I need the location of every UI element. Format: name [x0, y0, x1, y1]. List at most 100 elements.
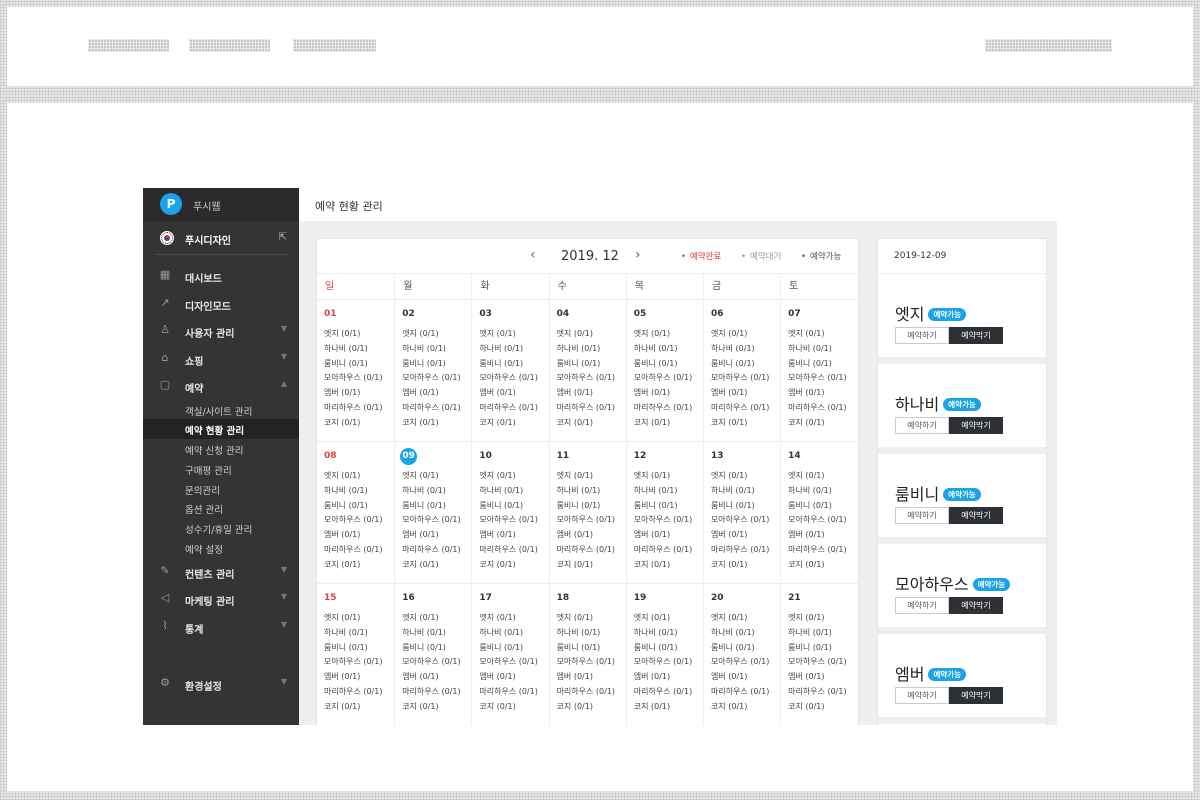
room-availability[interactable]: 마리하우스 (0/1)	[479, 543, 548, 558]
sidebar-subitem-inquiries[interactable]: 문의관리	[143, 479, 299, 499]
room-availability[interactable]: 모아하우스 (0/1)	[479, 655, 548, 670]
room-availability[interactable]: 하나비 (0/1)	[711, 342, 780, 357]
room-availability[interactable]: 엣지 (0/1)	[324, 469, 394, 484]
room-availability[interactable]: 엠버 (0/1)	[711, 386, 780, 401]
room-availability[interactable]: 마리하우스 (0/1)	[324, 543, 394, 558]
room-availability[interactable]: 모아하우스 (0/1)	[634, 513, 703, 528]
calendar-day[interactable]: 14 엣지 (0/1) 하나비 (0/1) 룸비니 (0/1) 모아하우스 (0/1) 엠…	[780, 442, 857, 583]
room-availability[interactable]: 마리하우스 (0/1)	[788, 685, 857, 700]
room-availability[interactable]: 하나비 (0/1)	[557, 342, 626, 357]
room-availability[interactable]: 모아하우스 (0/1)	[479, 513, 548, 528]
room-availability[interactable]: 마리하우스 (0/1)	[557, 685, 626, 700]
calendar-day[interactable]: 03 엣지 (0/1) 하나비 (0/1) 룸비니 (0/1) 모아하우스 (0/1) 엠…	[471, 300, 548, 441]
room-availability[interactable]: 엣지 (0/1)	[402, 469, 471, 484]
room-availability[interactable]: 모아하우스 (0/1)	[324, 655, 394, 670]
room-availability[interactable]: 마리하우스 (0/1)	[557, 543, 626, 558]
room-availability[interactable]: 엣지 (0/1)	[324, 611, 394, 626]
external-link-icon[interactable]: ⇱	[279, 232, 287, 243]
calendar-day[interactable]: 01 엣지 (0/1) 하나비 (0/1) 룸비니 (0/1) 모아하우스 (0/1) 엠…	[317, 300, 394, 441]
calendar-day[interactable]: 07 엣지 (0/1) 하나비 (0/1) 룸비니 (0/1) 모아하우스 (0/1) 엠…	[780, 300, 857, 441]
room-availability[interactable]: 하나비 (0/1)	[479, 484, 548, 499]
room-availability[interactable]: 엠버 (0/1)	[479, 670, 548, 685]
sidebar-subitem-requests[interactable]: 예약 신청 관리	[143, 439, 299, 459]
room-availability[interactable]: 마리하우스 (0/1)	[788, 401, 857, 416]
room-availability[interactable]: 엠버 (0/1)	[324, 386, 394, 401]
sidebar-subitem-settings[interactable]: 예약 설정	[143, 538, 299, 558]
room-availability[interactable]: 마리하우스 (0/1)	[324, 685, 394, 700]
reserve-button[interactable]: 예약하기	[895, 327, 949, 344]
room-availability[interactable]: 룸비니 (0/1)	[788, 641, 857, 656]
room-availability[interactable]: 엣지 (0/1)	[557, 469, 626, 484]
room-availability[interactable]: 코지 (0/1)	[634, 700, 703, 715]
reserve-button[interactable]: 예약하기	[895, 597, 949, 614]
reserve-button[interactable]: 예약하기	[895, 417, 949, 434]
room-availability[interactable]: 룸비니 (0/1)	[711, 641, 780, 656]
room-availability[interactable]: 마리하우스 (0/1)	[634, 685, 703, 700]
room-availability[interactable]: 룸비니 (0/1)	[402, 499, 471, 514]
room-availability[interactable]: 룸비니 (0/1)	[788, 357, 857, 372]
room-availability[interactable]: 모아하우스 (0/1)	[324, 371, 394, 386]
calendar-day[interactable]: 09 엣지 (0/1) 하나비 (0/1) 룸비니 (0/1) 모아하우스 (0/1) 엠…	[394, 442, 471, 583]
room-availability[interactable]: 코지 (0/1)	[788, 416, 857, 431]
block-button[interactable]: 예약막기	[949, 597, 1003, 614]
sidebar-item-reservation[interactable]: ▢ 예약 ▲	[143, 372, 299, 400]
room-availability[interactable]: 모아하우스 (0/1)	[402, 371, 471, 386]
room-availability[interactable]: 마리하우스 (0/1)	[557, 401, 626, 416]
room-availability[interactable]: 엠버 (0/1)	[479, 386, 548, 401]
room-availability[interactable]: 엠버 (0/1)	[711, 528, 780, 543]
room-availability[interactable]: 하나비 (0/1)	[788, 342, 857, 357]
room-availability[interactable]: 룸비니 (0/1)	[479, 357, 548, 372]
room-availability[interactable]: 코지 (0/1)	[324, 558, 394, 573]
room-availability[interactable]: 코지 (0/1)	[402, 558, 471, 573]
calendar-day[interactable]: 06 엣지 (0/1) 하나비 (0/1) 룸비니 (0/1) 모아하우스 (0/1) 엠…	[702, 300, 780, 441]
room-availability[interactable]: 마리하우스 (0/1)	[711, 401, 780, 416]
calendar-day[interactable]: 05 엣지 (0/1) 하나비 (0/1) 룸비니 (0/1) 모아하우스 (0/1) 엠…	[625, 300, 703, 441]
room-availability[interactable]: 엣지 (0/1)	[788, 327, 857, 342]
room-availability[interactable]: 모아하우스 (0/1)	[711, 513, 780, 528]
room-availability[interactable]: 코지 (0/1)	[479, 558, 548, 573]
room-availability[interactable]: 마리하우스 (0/1)	[634, 401, 703, 416]
sidebar-item-dashboard[interactable]: ▦ 대시보드	[143, 262, 299, 290]
sidebar-subitem-season[interactable]: 성수기/휴일 관리	[143, 518, 299, 538]
room-availability[interactable]: 엣지 (0/1)	[324, 327, 394, 342]
room-availability[interactable]: 모아하우스 (0/1)	[788, 513, 857, 528]
room-availability[interactable]: 코지 (0/1)	[788, 558, 857, 573]
room-availability[interactable]: 모아하우스 (0/1)	[557, 371, 626, 386]
sidebar-item-contents[interactable]: ✎ 컨텐츠 관리 ▼	[143, 558, 299, 586]
room-availability[interactable]: 하나비 (0/1)	[324, 626, 394, 641]
room-availability[interactable]: 룸비니 (0/1)	[557, 641, 626, 656]
room-availability[interactable]: 모아하우스 (0/1)	[711, 371, 780, 386]
room-availability[interactable]: 룸비니 (0/1)	[788, 499, 857, 514]
calendar-day[interactable]: 15 엣지 (0/1) 하나비 (0/1) 룸비니 (0/1) 모아하우스 (0/1) 엠…	[317, 584, 394, 725]
room-availability[interactable]: 엠버 (0/1)	[557, 670, 626, 685]
room-availability[interactable]: 코지 (0/1)	[711, 558, 780, 573]
room-availability[interactable]: 마리하우스 (0/1)	[402, 685, 471, 700]
sidebar-subitem-reviews[interactable]: 구매평 관리	[143, 459, 299, 479]
sidebar-item-users[interactable]: ♙ 사용자 관리 ▼	[143, 317, 299, 345]
room-availability[interactable]: 코지 (0/1)	[634, 558, 703, 573]
room-availability[interactable]: 하나비 (0/1)	[711, 484, 780, 499]
calendar-day[interactable]: 19 엣지 (0/1) 하나비 (0/1) 룸비니 (0/1) 모아하우스 (0/1) 엠…	[625, 584, 703, 725]
calendar-day[interactable]: 16 엣지 (0/1) 하나비 (0/1) 룸비니 (0/1) 모아하우스 (0/1) 엠…	[394, 584, 471, 725]
room-availability[interactable]: 모아하우스 (0/1)	[557, 655, 626, 670]
room-availability[interactable]: 하나비 (0/1)	[402, 484, 471, 499]
room-availability[interactable]: 코지 (0/1)	[324, 700, 394, 715]
room-availability[interactable]: 코지 (0/1)	[557, 416, 626, 431]
reserve-button[interactable]: 예약하기	[895, 507, 949, 524]
room-availability[interactable]: 엠버 (0/1)	[634, 670, 703, 685]
room-availability[interactable]: 엠버 (0/1)	[402, 528, 471, 543]
block-button[interactable]: 예약막기	[949, 327, 1003, 344]
room-availability[interactable]: 모아하우스 (0/1)	[634, 655, 703, 670]
room-availability[interactable]: 엠버 (0/1)	[557, 528, 626, 543]
room-availability[interactable]: 엠버 (0/1)	[788, 670, 857, 685]
room-availability[interactable]: 엠버 (0/1)	[557, 386, 626, 401]
sidebar-item-design-mode[interactable]: ↗ 디자인모드	[143, 290, 299, 318]
sidebar-subitem-options[interactable]: 옵션 관리	[143, 498, 299, 518]
room-availability[interactable]: 코지 (0/1)	[557, 700, 626, 715]
room-availability[interactable]: 엣지 (0/1)	[634, 611, 703, 626]
room-availability[interactable]: 엠버 (0/1)	[634, 528, 703, 543]
next-month-button[interactable]: ›	[635, 247, 641, 263]
room-availability[interactable]: 룸비니 (0/1)	[634, 499, 703, 514]
room-availability[interactable]: 마리하우스 (0/1)	[324, 401, 394, 416]
room-availability[interactable]: 엣지 (0/1)	[402, 327, 471, 342]
